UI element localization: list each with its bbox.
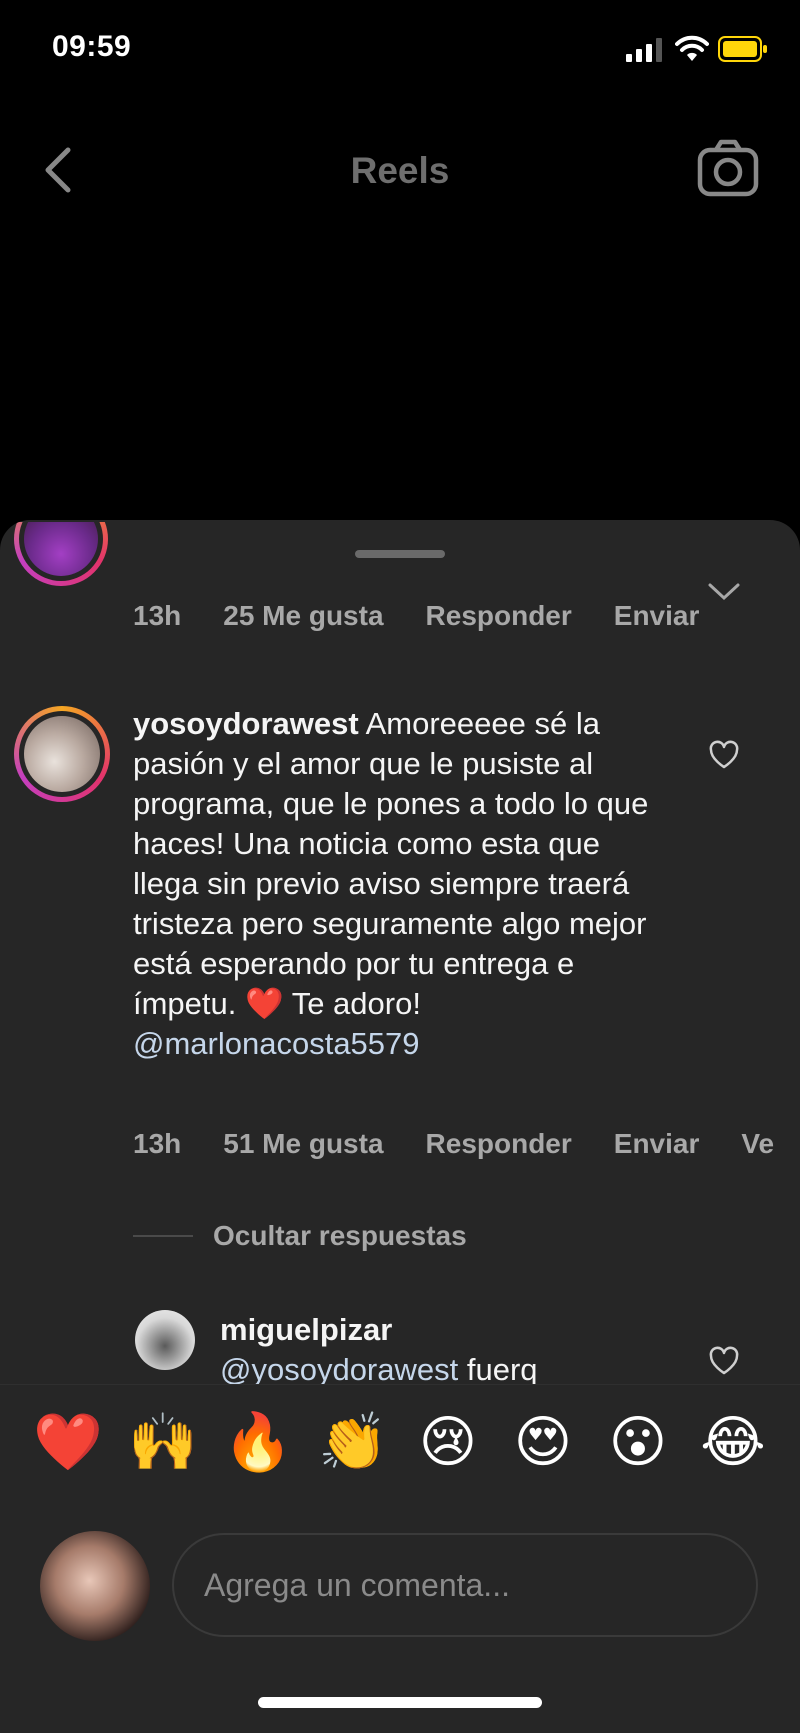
clock: 09:59 (52, 30, 132, 63)
reply-button[interactable]: Responder (426, 600, 572, 632)
divider (133, 1235, 193, 1237)
send-button[interactable]: Enviar (614, 600, 700, 632)
hide-replies-label: Ocultar respuestas (213, 1220, 467, 1251)
battery-icon (718, 36, 767, 62)
comment-text-end: Te adoro! (291, 986, 421, 1021)
reply-button[interactable]: Responder (426, 1128, 572, 1160)
previous-comment-meta: 13h 25 Me gusta Responder Enviar (133, 600, 741, 632)
comment-text: Amoreeeee sé la pasión y el amor que le … (133, 706, 649, 1021)
send-button[interactable]: Enviar (614, 1128, 700, 1160)
status-bar: 09:59 (0, 0, 800, 100)
likes-count[interactable]: 51 Me gusta (223, 1128, 383, 1160)
comment-body: yosoydorawest Amoreeeee sé la pasión y e… (133, 704, 653, 1064)
signal-icon (626, 38, 662, 62)
heart-emoji: ❤️ (245, 986, 284, 1021)
likes-count[interactable]: 25 Me gusta (223, 600, 383, 632)
home-indicator (258, 1697, 542, 1708)
reply-text: fuerq (466, 1352, 538, 1387)
emoji-button-raised-hands[interactable]: 🙌 (128, 1407, 198, 1477)
comment-time: 13h (133, 600, 182, 631)
drag-handle[interactable] (355, 550, 445, 558)
emoji-bar: ❤️ 🙌 🔥 👏 😢 😍 😮 😂 (0, 1407, 800, 1487)
emoji-button-laughing[interactable]: 😂 (698, 1407, 768, 1477)
emoji-button-heart[interactable]: ❤️ (33, 1407, 103, 1477)
emoji-button-surprised[interactable]: 😮 (603, 1407, 673, 1477)
comment-input[interactable] (172, 1533, 758, 1637)
camera-icon[interactable] (696, 138, 760, 202)
mention-link[interactable]: @marlonacosta5579 (133, 1026, 420, 1061)
chevron-down-icon[interactable] (707, 582, 741, 602)
see-translation-button[interactable]: Ve (741, 1128, 774, 1160)
avatar[interactable] (14, 706, 110, 802)
emoji-button-fire[interactable]: 🔥 (223, 1407, 293, 1477)
mention-link[interactable]: @yosoydorawest (220, 1352, 458, 1387)
avatar[interactable] (14, 522, 108, 586)
top-nav: Reels (0, 130, 800, 210)
heart-icon[interactable] (708, 740, 740, 770)
heart-icon[interactable] (708, 1346, 740, 1376)
comment-username[interactable]: yosoydorawest (133, 706, 359, 741)
hide-replies-toggle[interactable]: Ocultar respuestas (133, 1220, 467, 1252)
comment-time: 13h (133, 1128, 182, 1159)
wifi-icon (675, 35, 709, 61)
emoji-button-clap[interactable]: 👏 (318, 1407, 388, 1477)
avatar[interactable] (40, 1531, 150, 1641)
comment-composer: ❤️ 🙌 🔥 👏 😢 😍 😮 😂 (0, 1384, 800, 1733)
emoji-button-heart-eyes[interactable]: 😍 (508, 1407, 578, 1477)
reply-body: miguelpizar @yosoydorawest fuerq (220, 1310, 640, 1390)
emoji-button-crying[interactable]: 😢 (413, 1407, 483, 1477)
comment-meta: 13h 51 Me gusta Responder Enviar Ve (133, 1128, 800, 1160)
page-title: Reels (350, 150, 450, 191)
avatar[interactable] (135, 1310, 195, 1370)
reply-username[interactable]: miguelpizar (220, 1310, 640, 1350)
